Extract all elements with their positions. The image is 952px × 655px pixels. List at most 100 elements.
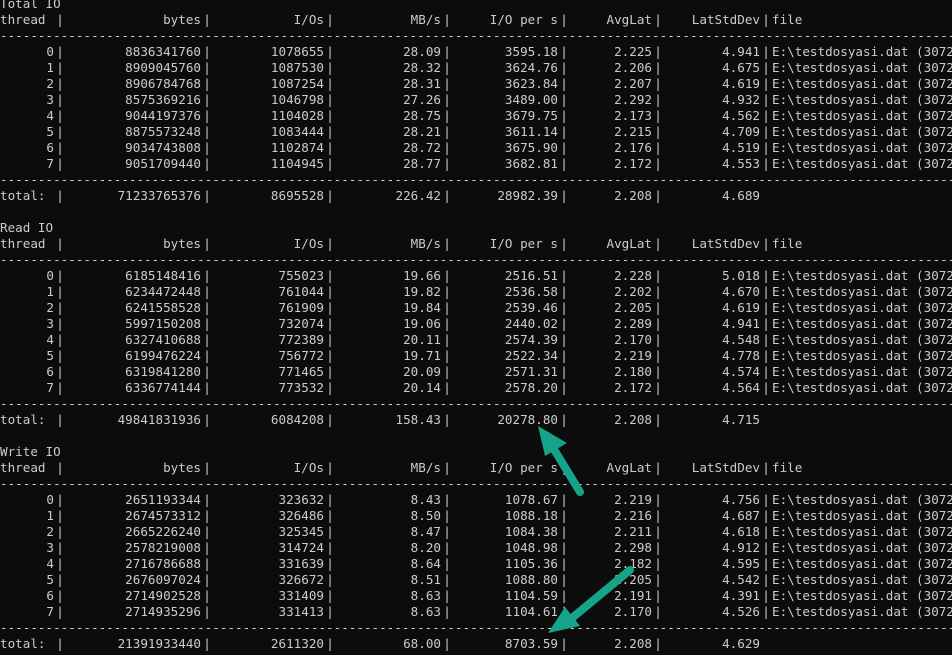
cell-avglat: 2.298 <box>614 540 652 555</box>
cell-latstddev: 4.670 <box>722 284 760 299</box>
divider: ----------------------------------------… <box>0 28 952 43</box>
cell-iops: 2536.58 <box>504 284 558 299</box>
column-separator: | <box>326 604 334 619</box>
column-separator: | <box>560 588 568 603</box>
column-separator: | <box>56 604 64 619</box>
column-separator: | <box>326 364 334 379</box>
cell-ios: 761044 <box>278 284 325 299</box>
cell-bytes: 2674573312 <box>125 508 201 523</box>
column-separator: | <box>443 460 451 475</box>
header-latstddev: LatStdDev <box>691 236 760 251</box>
column-separator: | <box>443 332 451 347</box>
cell-iops: 3595.18 <box>504 44 558 59</box>
cell-file: E:\testdosyasi.dat (3072MB) <box>772 284 952 299</box>
header-mbs: MB/s <box>410 460 441 475</box>
cell-mbs: 8.64 <box>410 556 441 571</box>
cell-avglat: 2.228 <box>614 268 652 283</box>
column-separator: | <box>762 604 770 619</box>
column-separator: | <box>560 524 568 539</box>
cell-latstddev: 4.778 <box>722 348 760 363</box>
column-separator: | <box>443 268 451 283</box>
column-separator: | <box>203 268 211 283</box>
total-mbs: 226.42 <box>395 188 442 203</box>
cell-latstddev: 4.564 <box>722 380 760 395</box>
cell-iops: 3623.84 <box>504 76 558 91</box>
table-row: 1 | 8909045760 | 1087530 | 28.32 | 3624.76 | 2.206… <box>0 60 952 76</box>
cell-bytes: 6241558528 <box>125 300 201 315</box>
column-separator: | <box>654 604 662 619</box>
cell-iops: 3675.90 <box>504 140 558 155</box>
column-separator: | <box>203 508 211 523</box>
table-row: 2 | 8906784768 | 1087254 | 28.31 | 3623.84 | 2.207… <box>0 76 952 92</box>
cell-bytes: 6199476224 <box>125 348 201 363</box>
cell-latstddev: 4.709 <box>722 124 760 139</box>
column-separator: | <box>56 300 64 315</box>
column-separator: | <box>654 364 662 379</box>
cell-mbs: 28.09 <box>403 44 441 59</box>
section-title: Total IO <box>0 0 61 11</box>
cell-ios: 773532 <box>278 380 325 395</box>
cell-latstddev: 4.519 <box>722 140 760 155</box>
column-separator: | <box>654 636 662 651</box>
header-bytes: bytes <box>163 12 201 27</box>
column-separator: | <box>326 12 334 27</box>
column-separator: | <box>443 636 451 651</box>
cell-avglat: 2.205 <box>614 300 652 315</box>
column-separator: | <box>203 236 211 251</box>
table-row: 7 | 6336774144 | 773532 | 20.14 | 2578.20 | 2.172 |… <box>0 380 952 396</box>
cell-thread: 1 <box>46 60 54 75</box>
column-separator: | <box>654 412 662 427</box>
cell-ios: 326672 <box>278 572 325 587</box>
cell-ios: 331409 <box>278 588 325 603</box>
header-thread: thread <box>0 236 46 251</box>
cell-latstddev: 4.912 <box>722 540 760 555</box>
column-separator: | <box>762 92 770 107</box>
column-separator: | <box>560 108 568 123</box>
column-separator: | <box>560 268 568 283</box>
header-file: file <box>772 236 803 251</box>
column-separator: | <box>203 332 211 347</box>
cell-iops: 2516.51 <box>504 268 558 283</box>
cell-mbs: 8.51 <box>410 572 441 587</box>
column-separator: | <box>56 108 64 123</box>
cell-bytes: 6319841280 <box>125 364 201 379</box>
cell-file: E:\testdosyasi.dat (3072MB) <box>772 588 952 603</box>
column-separator: | <box>326 380 334 395</box>
column-separator: | <box>443 604 451 619</box>
column-separator: | <box>654 332 662 347</box>
cell-mbs: 8.63 <box>410 588 441 603</box>
column-separator: | <box>560 92 568 107</box>
header-iops: I/O per s <box>489 236 558 251</box>
cell-ios: 1083444 <box>270 124 324 139</box>
total-iops: 8703.59 <box>504 636 558 651</box>
column-separator: | <box>203 556 211 571</box>
total-avglat: 2.208 <box>614 636 652 651</box>
cell-mbs: 27.26 <box>403 92 441 107</box>
column-separator: | <box>326 524 334 539</box>
header-ios: I/Os <box>293 12 324 27</box>
cell-file: E:\testdosyasi.dat (3072MB) <box>772 76 952 91</box>
column-separator: | <box>443 92 451 107</box>
total-row: total: | 71233765376 | 8695528 | 226.42 | 28982.… <box>0 188 952 204</box>
cell-mbs: 28.77 <box>403 156 441 171</box>
column-separator: | <box>560 284 568 299</box>
column-separator: | <box>654 284 662 299</box>
header-bytes: bytes <box>163 236 201 251</box>
column-separator: | <box>203 412 211 427</box>
column-separator: | <box>560 44 568 59</box>
column-separator: | <box>56 364 64 379</box>
column-separator: | <box>654 508 662 523</box>
column-separator: | <box>326 140 334 155</box>
cell-latstddev: 4.932 <box>722 92 760 107</box>
cell-mbs: 28.72 <box>403 140 441 155</box>
column-separator: | <box>762 140 770 155</box>
column-separator: | <box>56 572 64 587</box>
column-separator: | <box>560 380 568 395</box>
cell-mbs: 8.43 <box>410 492 441 507</box>
cell-iops: 3611.14 <box>504 124 558 139</box>
cell-latstddev: 4.941 <box>722 44 760 59</box>
column-separator: | <box>560 236 568 251</box>
column-separator: | <box>560 156 568 171</box>
header-row: thread | bytes | I/Os | MB/s | I/O per s | AvgLat |… <box>0 236 952 252</box>
cell-ios: 755023 <box>278 268 325 283</box>
